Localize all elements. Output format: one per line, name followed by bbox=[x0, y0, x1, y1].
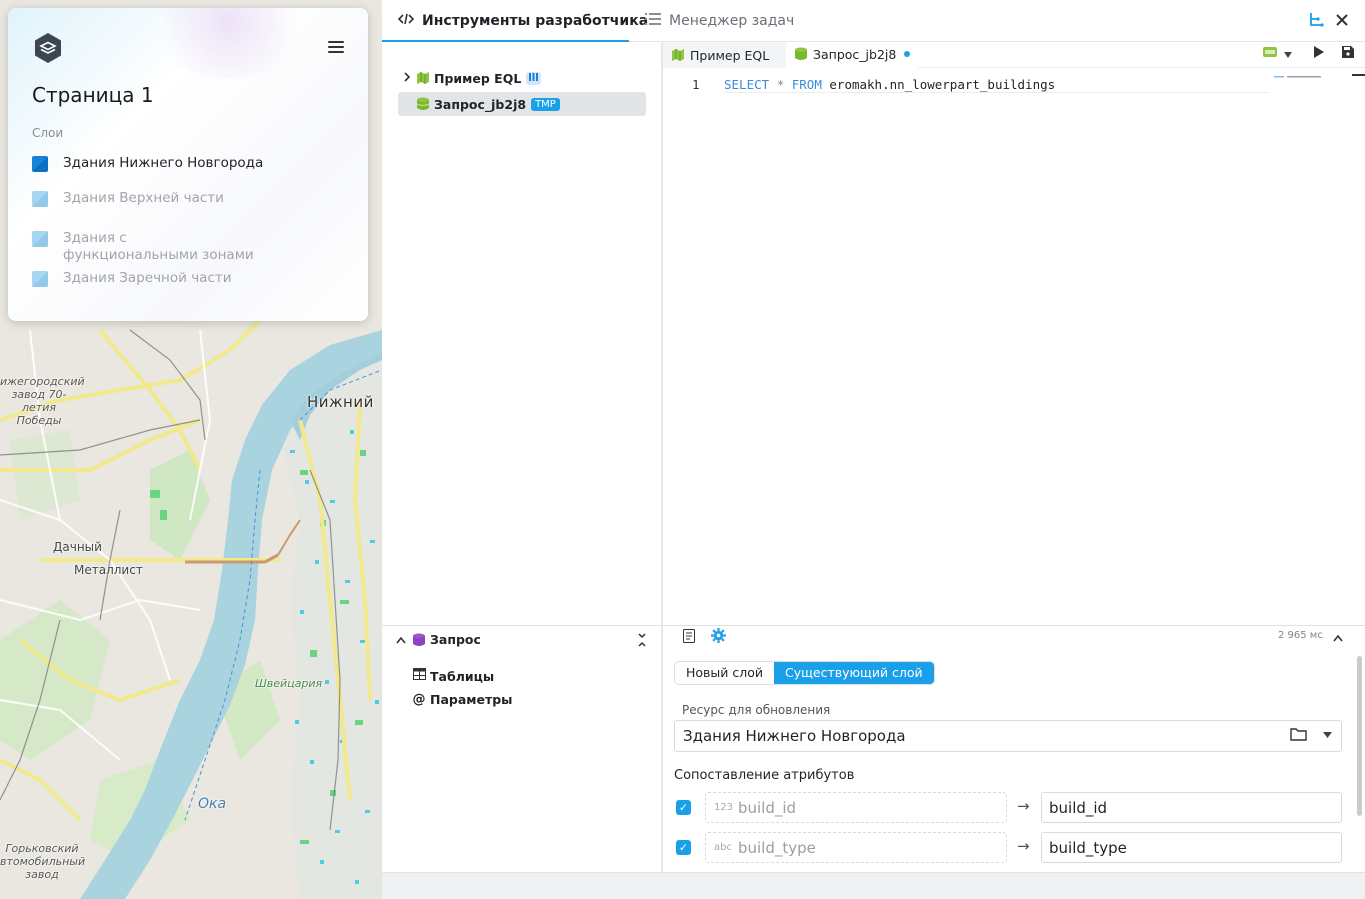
devtools-panel: Инструменты разработчика Менеджер задач … bbox=[382, 0, 1365, 899]
map-label-factory1: ижегородский завод 70- летия Победы bbox=[0, 375, 85, 427]
abc-layer-icon[interactable] bbox=[1263, 46, 1277, 62]
database-icon bbox=[416, 97, 430, 110]
editor-tab-eql-example[interactable]: Пример EQL bbox=[663, 42, 786, 68]
map-label-dachny: Дачный bbox=[53, 540, 102, 554]
query-item-parameters[interactable]: @ Параметры bbox=[412, 692, 513, 707]
mapping-row: ✓ 123 build_id → build_id bbox=[674, 792, 1342, 824]
hamburger-menu-icon[interactable] bbox=[326, 38, 346, 56]
settings-scrollbar[interactable] bbox=[1357, 656, 1362, 816]
gear-icon[interactable] bbox=[711, 628, 726, 647]
map-icon bbox=[672, 49, 684, 61]
collapse-expand-icon[interactable] bbox=[637, 632, 647, 652]
type-badge: abc bbox=[714, 842, 732, 853]
mapping-row: ✓ abc build_type → build_type bbox=[674, 832, 1342, 864]
map-icon bbox=[417, 72, 429, 84]
layer-item-zarechnaya[interactable]: Здания Заречной части bbox=[32, 270, 352, 287]
arrow-right-icon: → bbox=[1017, 797, 1030, 815]
folder-icon[interactable] bbox=[1290, 727, 1307, 745]
layer-item-upper-part[interactable]: Здания Верхней части bbox=[32, 190, 352, 207]
map-label-nizhny: Нижний bbox=[307, 393, 374, 411]
layer-swatch-icon bbox=[32, 191, 48, 207]
map-label-metallist: Металлист bbox=[74, 563, 143, 577]
source-attribute-field: abc build_type bbox=[705, 832, 1007, 863]
execution-time: 2 965 мс bbox=[1278, 630, 1323, 641]
map-label-oka: Ока bbox=[198, 796, 227, 812]
sql-editor[interactable]: 1 SELECT * FROM eromakh.nn_lowerpart_bui… bbox=[663, 68, 1365, 625]
database-icon bbox=[413, 633, 425, 646]
source-attribute-field: 123 build_id bbox=[705, 792, 1007, 823]
layer-panel: Страница 1 Слои Здания Нижнего Новгорода… bbox=[8, 8, 368, 321]
type-badge: 123 bbox=[714, 802, 734, 813]
editor-minimap[interactable] bbox=[1274, 75, 1324, 79]
tree-item-eql-example[interactable]: Пример EQL bbox=[398, 66, 646, 90]
target-attribute-field[interactable]: build_type bbox=[1041, 832, 1342, 863]
app-logo-icon bbox=[35, 33, 61, 63]
layer-mode-toggle: Новый слой Существующий слой bbox=[674, 661, 935, 685]
unsaved-indicator bbox=[904, 51, 911, 57]
code-line[interactable]: SELECT * FROM eromakh.nn_lowerpart_build… bbox=[724, 77, 1269, 93]
query-section-header[interactable]: Запрос bbox=[396, 632, 481, 647]
tmp-badge: TMP bbox=[531, 97, 560, 111]
status-bar bbox=[382, 872, 1365, 899]
at-icon: @ bbox=[412, 692, 426, 707]
database-icon bbox=[795, 47, 807, 60]
resource-label: Ресурс для обновления bbox=[682, 703, 831, 717]
mapping-checkbox[interactable]: ✓ bbox=[676, 840, 691, 855]
editor-tabbar: Пример EQL Запрос_jb2j8 bbox=[663, 42, 1365, 68]
chevron-up-icon[interactable] bbox=[1333, 631, 1343, 646]
arrow-right-icon: → bbox=[1017, 837, 1030, 855]
mapping-checkbox[interactable]: ✓ bbox=[676, 800, 691, 815]
code-icon bbox=[397, 13, 415, 29]
map-label-factory2: Горьковский втомобильный завод bbox=[0, 842, 86, 881]
editor-tab-query-jb2j8[interactable]: Запрос_jb2j8 bbox=[786, 42, 919, 68]
tab-task-manager[interactable]: Менеджер задач bbox=[645, 0, 794, 42]
result-settings-panel: 2 965 мс Новый слой Существующий слой Ре… bbox=[663, 626, 1365, 872]
document-icon[interactable] bbox=[683, 628, 695, 647]
layer-swatch-icon bbox=[32, 231, 48, 247]
layer-swatch-icon bbox=[32, 156, 48, 172]
layers-section-label: Слои bbox=[32, 126, 64, 140]
resource-select[interactable]: Здания Нижнего Новгорода bbox=[674, 720, 1342, 752]
tree-item-query-jb2j8[interactable]: Запрос_jb2j8 TMP bbox=[398, 92, 646, 116]
layer-item-nizhny-novgorod[interactable]: Здания Нижнего Новгорода bbox=[32, 155, 352, 172]
attribute-mapping-title: Сопоставление атрибутов bbox=[674, 768, 855, 783]
chevron-down-icon[interactable] bbox=[1323, 730, 1332, 741]
save-icon[interactable] bbox=[1342, 46, 1354, 62]
page-title: Страница 1 bbox=[32, 83, 154, 107]
tab-developer-tools[interactable]: Инструменты разработчика bbox=[397, 0, 648, 42]
close-icon[interactable] bbox=[1335, 12, 1349, 31]
query-item-tables[interactable]: Таблицы bbox=[412, 668, 494, 684]
run-icon[interactable] bbox=[1314, 46, 1324, 62]
target-attribute-field[interactable]: build_id bbox=[1041, 792, 1342, 823]
query-tree: Пример EQL Запрос_jb2j8 TMP bbox=[382, 42, 661, 625]
table-icon bbox=[412, 668, 426, 684]
chevron-up-icon[interactable] bbox=[396, 636, 406, 644]
segment-existing-layer[interactable]: Существующий слой bbox=[774, 662, 934, 684]
devtools-tabbar: Инструменты разработчика Менеджер задач bbox=[382, 0, 1365, 42]
segment-new-layer[interactable]: Новый слой bbox=[675, 662, 774, 684]
chevron-right-icon[interactable] bbox=[398, 71, 416, 85]
line-number: 1 bbox=[692, 77, 700, 92]
list-icon bbox=[645, 13, 661, 29]
columns-icon bbox=[526, 71, 542, 85]
layer-swatch-icon bbox=[32, 271, 48, 287]
tree-structure-icon[interactable] bbox=[1308, 12, 1324, 32]
map-label-shveitsaria: Швейцария bbox=[255, 677, 323, 690]
dropdown-caret-icon[interactable] bbox=[1284, 47, 1292, 62]
query-structure-panel: Запрос Таблицы @ Параметры bbox=[382, 626, 661, 872]
layer-item-functional-zones[interactable]: Здания с функциональными зонами bbox=[32, 230, 352, 264]
editor-scroll-marker bbox=[1352, 74, 1365, 76]
